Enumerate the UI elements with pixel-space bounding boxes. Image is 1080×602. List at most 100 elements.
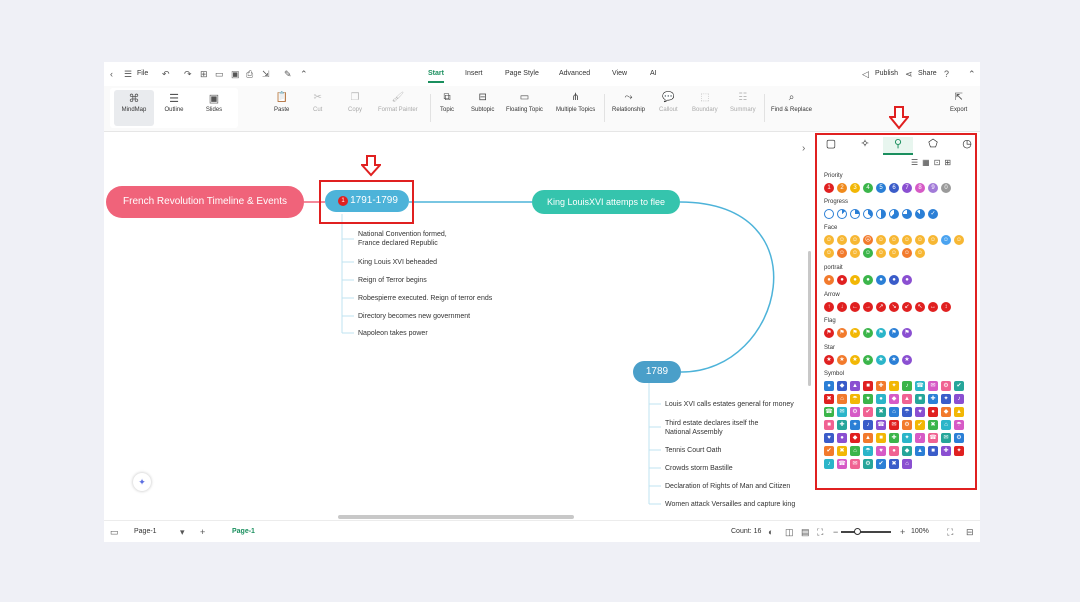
zoom-level[interactable]: 100%	[911, 528, 929, 535]
symbol-icon[interactable]: ✚	[889, 433, 899, 443]
symbol-icon[interactable]: ⚙	[954, 433, 964, 443]
symbol-icon[interactable]: ✦	[902, 433, 912, 443]
page-select[interactable]: Page-1	[134, 528, 157, 535]
topic-king-flee[interactable]: King LouisXVI attemps to flee	[532, 190, 680, 214]
face-icon[interactable]: ☺	[876, 235, 886, 245]
symbol-icon[interactable]: ✉	[837, 407, 847, 417]
style-tab-icon[interactable]: ▢	[816, 137, 846, 155]
face-icon[interactable]: ☺	[954, 235, 964, 245]
symbol-icon[interactable]: ▲	[850, 381, 860, 391]
copy-button[interactable]: ❐ Copy	[348, 90, 362, 114]
tab-ai[interactable]: AI	[650, 70, 657, 77]
export-small-icon[interactable]: ⇲	[262, 70, 270, 79]
subtopic-national-convention-2[interactable]: France declared Republic	[358, 239, 438, 248]
symbol-icon[interactable]: ●	[889, 446, 899, 456]
arrow-up-icon[interactable]: ↑	[824, 302, 834, 312]
tab-advanced[interactable]: Advanced	[559, 70, 590, 77]
slides-view-button[interactable]: ▣ Slides	[194, 90, 234, 126]
symbol-icon[interactable]: ✔	[824, 446, 834, 456]
symbol-icon[interactable]: ☂	[902, 407, 912, 417]
arrow-horizontal-icon[interactable]: ↔	[928, 302, 938, 312]
face-icon[interactable]: ☺	[941, 235, 951, 245]
tab-view[interactable]: View	[612, 70, 627, 77]
symbol-icon[interactable]: ●	[824, 381, 834, 391]
subtopic-robespierre[interactable]: Robespierre executed. Reign of terror en…	[358, 294, 492, 303]
symbol-icon[interactable]: ☂	[850, 394, 860, 404]
symbol-icon[interactable]: ✦	[954, 446, 964, 456]
symbol-icon[interactable]: ♪	[902, 381, 912, 391]
star-icon[interactable]: ★	[889, 355, 899, 365]
collapse-icon[interactable]: ⌃	[968, 70, 976, 79]
portrait-icon[interactable]: ●	[863, 275, 873, 285]
symbol-icon[interactable]: ⌂	[889, 407, 899, 417]
multiple-topics-button[interactable]: ⋔ Multiple Topics	[556, 90, 595, 114]
priority-10-icon[interactable]: 0	[941, 183, 951, 193]
edit-icon[interactable]: ✎	[284, 70, 292, 79]
symbol-icon[interactable]: ▲	[902, 394, 912, 404]
mindmap-view-button[interactable]: ⌘ MindMap	[114, 90, 154, 126]
subtopic-estates-general[interactable]: Louis XVI calls estates general for mone…	[665, 400, 794, 409]
new-file-icon[interactable]: ⊞	[200, 70, 208, 79]
priority-6-icon[interactable]: 6	[889, 183, 899, 193]
zoom-slider[interactable]	[841, 528, 891, 535]
symbol-icon[interactable]: ☎	[837, 459, 847, 469]
page-tab[interactable]: Page-1	[232, 528, 255, 535]
symbol-icon[interactable]: ✖	[876, 407, 886, 417]
symbol-icon[interactable]: ✔	[915, 420, 925, 430]
face-icon[interactable]: ☺	[889, 248, 899, 258]
symbol-icon[interactable]: ▲	[954, 407, 964, 417]
relationship-button[interactable]: ⤳ Relationship	[612, 90, 645, 114]
file-menu[interactable]: File	[137, 70, 148, 77]
symbol-icon[interactable]: ✔	[863, 407, 873, 417]
symbol-icon[interactable]: ✉	[941, 433, 951, 443]
open-folder-icon[interactable]: ▭	[215, 70, 224, 79]
face-icon[interactable]: ☺	[850, 248, 860, 258]
share-button[interactable]: Share	[918, 70, 937, 77]
flag-icon[interactable]: ⚑	[876, 328, 886, 338]
progress-4-icon[interactable]	[876, 209, 886, 219]
share-icon[interactable]: ⋖	[905, 70, 913, 79]
flag-icon[interactable]: ⚑	[863, 328, 873, 338]
tab-insert[interactable]: Insert	[465, 70, 483, 77]
view-mode-icons[interactable]: ☰▦⊡⊞	[911, 158, 955, 167]
progress-3-icon[interactable]	[863, 209, 873, 219]
face-icon[interactable]: ☺	[902, 235, 912, 245]
subtopic-napoleon[interactable]: Napoleon takes power	[358, 329, 428, 338]
book-view-icon[interactable]: ◫	[785, 528, 794, 537]
topic-1791-1799[interactable]: 1 1791-1799	[325, 190, 409, 212]
flag-icon[interactable]: ⚑	[837, 328, 847, 338]
priority-8-icon[interactable]: 8	[915, 183, 925, 193]
arrow-left-icon[interactable]: ←	[850, 302, 860, 312]
callout-button[interactable]: 💬 Callout	[659, 90, 678, 114]
face-icon[interactable]: ☺	[837, 235, 847, 245]
symbol-icon[interactable]: ☂	[954, 420, 964, 430]
format-painter-button[interactable]: 🖌 Format Painter	[378, 90, 418, 114]
layout-icon[interactable]: ⊟	[966, 528, 974, 537]
floating-topic-button[interactable]: ▭ Floating Topic	[506, 90, 543, 114]
symbol-icon[interactable]: ■	[824, 420, 834, 430]
redo-icon[interactable]: ↷	[184, 70, 192, 79]
portrait-icon[interactable]: ●	[902, 275, 912, 285]
page-panel-icon[interactable]: ▭	[110, 528, 119, 537]
symbol-icon[interactable]: ⚙	[902, 420, 912, 430]
subtopic-bastille[interactable]: Crowds storm Bastille	[665, 464, 733, 473]
face-icon[interactable]: ☹	[863, 235, 873, 245]
symbol-icon[interactable]: ✚	[837, 420, 847, 430]
face-icon[interactable]: ☺	[915, 248, 925, 258]
symbol-icon[interactable]: ✚	[876, 381, 886, 391]
face-icon[interactable]: ☺	[876, 248, 886, 258]
cut-button[interactable]: ✂ Cut	[313, 90, 322, 114]
progress-2-icon[interactable]	[850, 209, 860, 219]
symbol-icon[interactable]: ●	[837, 433, 847, 443]
symbol-icon[interactable]: ◆	[902, 446, 912, 456]
help-icon[interactable]: ?	[944, 70, 949, 79]
symbol-icon[interactable]: ♪	[824, 459, 834, 469]
symbol-icon[interactable]: ✚	[928, 394, 938, 404]
flag-icon[interactable]: ⚑	[889, 328, 899, 338]
subtopic-directory[interactable]: Directory becomes new government	[358, 312, 470, 321]
symbol-icon[interactable]: ✔	[954, 381, 964, 391]
face-icon[interactable]: ☺	[915, 235, 925, 245]
star-icon[interactable]: ★	[876, 355, 886, 365]
portrait-icon[interactable]: ●	[850, 275, 860, 285]
chevron-down-icon[interactable]: ▾	[180, 528, 185, 537]
